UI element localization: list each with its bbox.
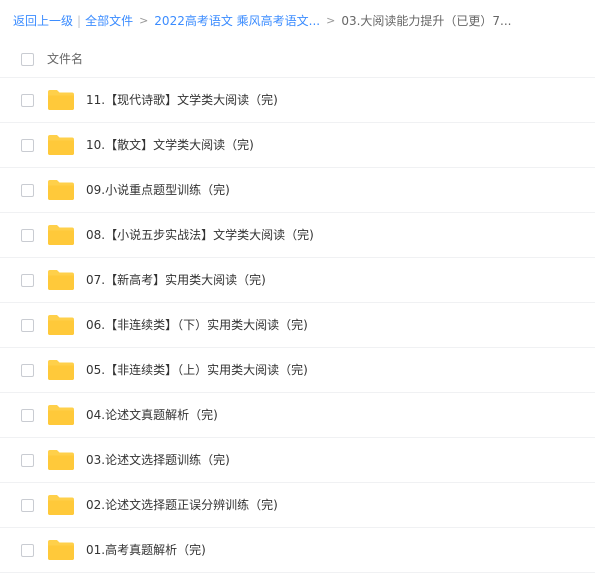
row-checkbox[interactable]	[21, 544, 34, 557]
breadcrumb-chevron-icon: >	[326, 14, 336, 27]
row-checkbox[interactable]	[21, 229, 34, 242]
file-row[interactable]: 08.【小说五步实战法】文学类大阅读（完)	[0, 213, 595, 258]
file-row[interactable]: 09.小说重点题型训练（完)	[0, 168, 595, 213]
file-row[interactable]: 10.【散文】文学类大阅读（完)	[0, 123, 595, 168]
file-row[interactable]: 03.论述文选择题训练（完)	[0, 438, 595, 483]
row-checkbox[interactable]	[21, 409, 34, 422]
breadcrumb-chevron-icon: >	[139, 14, 149, 27]
row-checkbox[interactable]	[21, 364, 34, 377]
breadcrumb-current: 03.大阅读能力提升（已更）7...	[341, 14, 512, 28]
file-name-link[interactable]: 09.小说重点题型训练（完)	[86, 182, 230, 198]
file-row[interactable]: 05.【非连续类】（上）实用类大阅读（完)	[0, 348, 595, 393]
row-checkbox[interactable]	[21, 94, 34, 107]
file-name-link[interactable]: 06.【非连续类】（下）实用类大阅读（完)	[86, 317, 308, 333]
file-name-link[interactable]: 01.高考真题解析（完)	[86, 542, 206, 558]
folder-icon	[47, 539, 75, 561]
file-name-link[interactable]: 05.【非连续类】（上）实用类大阅读（完)	[86, 362, 308, 378]
breadcrumb-back-link[interactable]: 返回上一级	[13, 11, 73, 31]
folder-icon	[47, 494, 75, 516]
file-name-link[interactable]: 10.【散文】文学类大阅读（完)	[86, 137, 254, 153]
file-row[interactable]: 04.论述文真题解析（完)	[0, 393, 595, 438]
folder-icon	[47, 404, 75, 426]
file-row[interactable]: 07.【新高考】实用类大阅读（完)	[0, 258, 595, 303]
file-name-link[interactable]: 03.论述文选择题训练（完)	[86, 452, 230, 468]
file-name-link[interactable]: 11.【现代诗歌】文学类大阅读（完)	[86, 92, 278, 108]
breadcrumb-divider: |	[77, 14, 82, 28]
file-name-link[interactable]: 02.论述文选择题正误分辨训练（完)	[86, 497, 278, 513]
file-list: 文件名 11.【现代诗歌】文学类大阅读（完) 10.【散文】文学类大阅读（完) 09…	[0, 40, 595, 573]
file-row[interactable]: 06.【非连续类】（下）实用类大阅读（完)	[0, 303, 595, 348]
folder-icon	[47, 224, 75, 246]
row-checkbox[interactable]	[21, 139, 34, 152]
file-name-link[interactable]: 07.【新高考】实用类大阅读（完)	[86, 272, 266, 288]
folder-icon	[47, 314, 75, 336]
file-row[interactable]: 02.论述文选择题正误分辨训练（完)	[0, 483, 595, 528]
row-checkbox[interactable]	[21, 319, 34, 332]
file-list-header: 文件名	[0, 40, 595, 78]
folder-icon	[47, 89, 75, 111]
breadcrumb-all-files-link[interactable]: 全部文件	[85, 11, 133, 31]
folder-icon	[47, 449, 75, 471]
row-checkbox[interactable]	[21, 454, 34, 467]
file-name-link[interactable]: 04.论述文真题解析（完)	[86, 407, 218, 423]
folder-icon	[47, 359, 75, 381]
breadcrumb-parent-link[interactable]: 2022高考语文 乘风高考语文...	[154, 11, 320, 31]
file-name-link[interactable]: 08.【小说五步实战法】文学类大阅读（完)	[86, 227, 314, 243]
row-checkbox[interactable]	[21, 274, 34, 287]
row-checkbox[interactable]	[21, 184, 34, 197]
file-row[interactable]: 01.高考真题解析（完)	[0, 528, 595, 573]
select-all-checkbox[interactable]	[21, 53, 34, 66]
file-row[interactable]: 11.【现代诗歌】文学类大阅读（完)	[0, 78, 595, 123]
row-checkbox[interactable]	[21, 499, 34, 512]
folder-icon	[47, 269, 75, 291]
folder-icon	[47, 179, 75, 201]
breadcrumb: 返回上一级 | 全部文件 > 2022高考语文 乘风高考语文... > 03.大…	[13, 11, 512, 31]
folder-icon	[47, 134, 75, 156]
column-header-filename: 文件名	[47, 52, 84, 66]
